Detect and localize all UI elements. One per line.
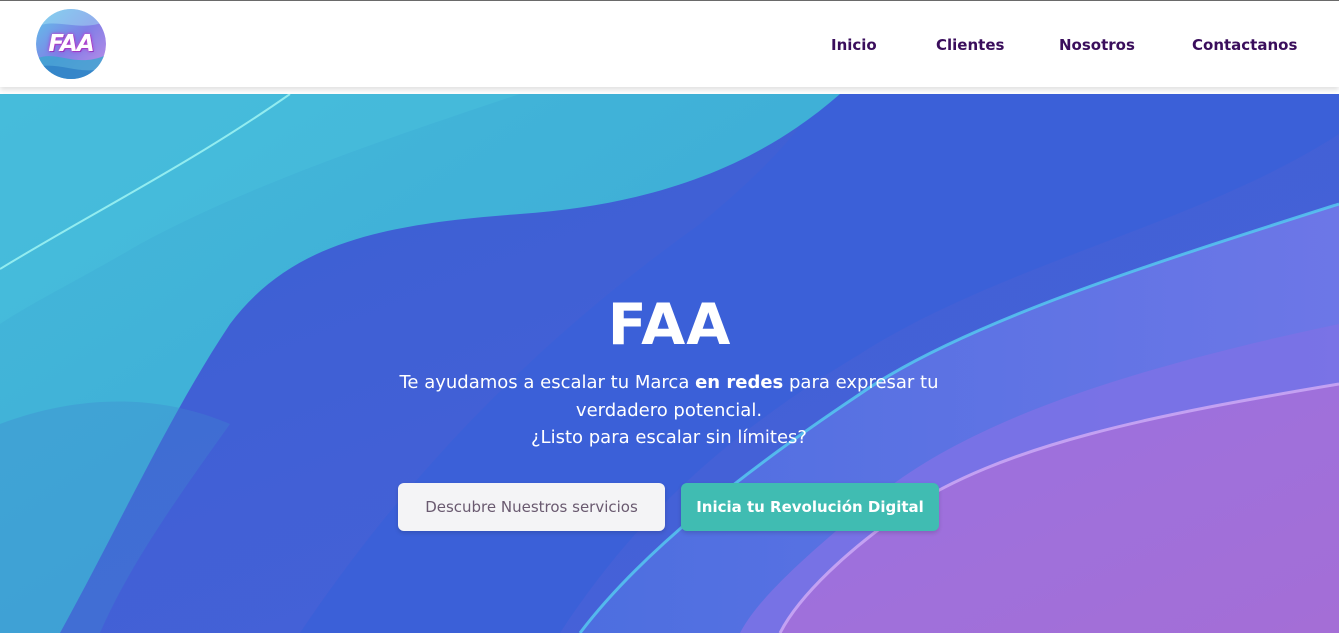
start-digital-revolution-button[interactable]: Inicia tu Revolución Digital [681, 483, 939, 531]
hero-text-question: ¿Listo para escalar sin límites? [530, 427, 807, 448]
nav-item-clientes[interactable]: Clientes [936, 36, 1004, 54]
brand-logo[interactable]: FAA [36, 9, 106, 79]
discover-services-button[interactable]: Descubre Nuestros servicios [398, 483, 665, 531]
hero-content: FAA Te ayudamos a escalar tu Marca en re… [0, 94, 1339, 633]
hero-text-bold: en redes [695, 372, 784, 393]
hero-section: FAA Te ayudamos a escalar tu Marca en re… [0, 94, 1339, 633]
hero-title: FAA [607, 292, 732, 358]
nav-item-contactanos[interactable]: Contactanos [1192, 36, 1297, 54]
nav-item-inicio[interactable]: Inicio [831, 36, 877, 54]
nav-item-nosotros[interactable]: Nosotros [1059, 36, 1135, 54]
hero-description: Te ayudamos a escalar tu Marca en redes … [369, 369, 969, 452]
hero-text-pre: Te ayudamos a escalar tu Marca [399, 372, 696, 393]
navbar: FAA Inicio Clientes Nosotros Contactanos [0, 1, 1339, 87]
logo-text: FAA [48, 31, 94, 57]
